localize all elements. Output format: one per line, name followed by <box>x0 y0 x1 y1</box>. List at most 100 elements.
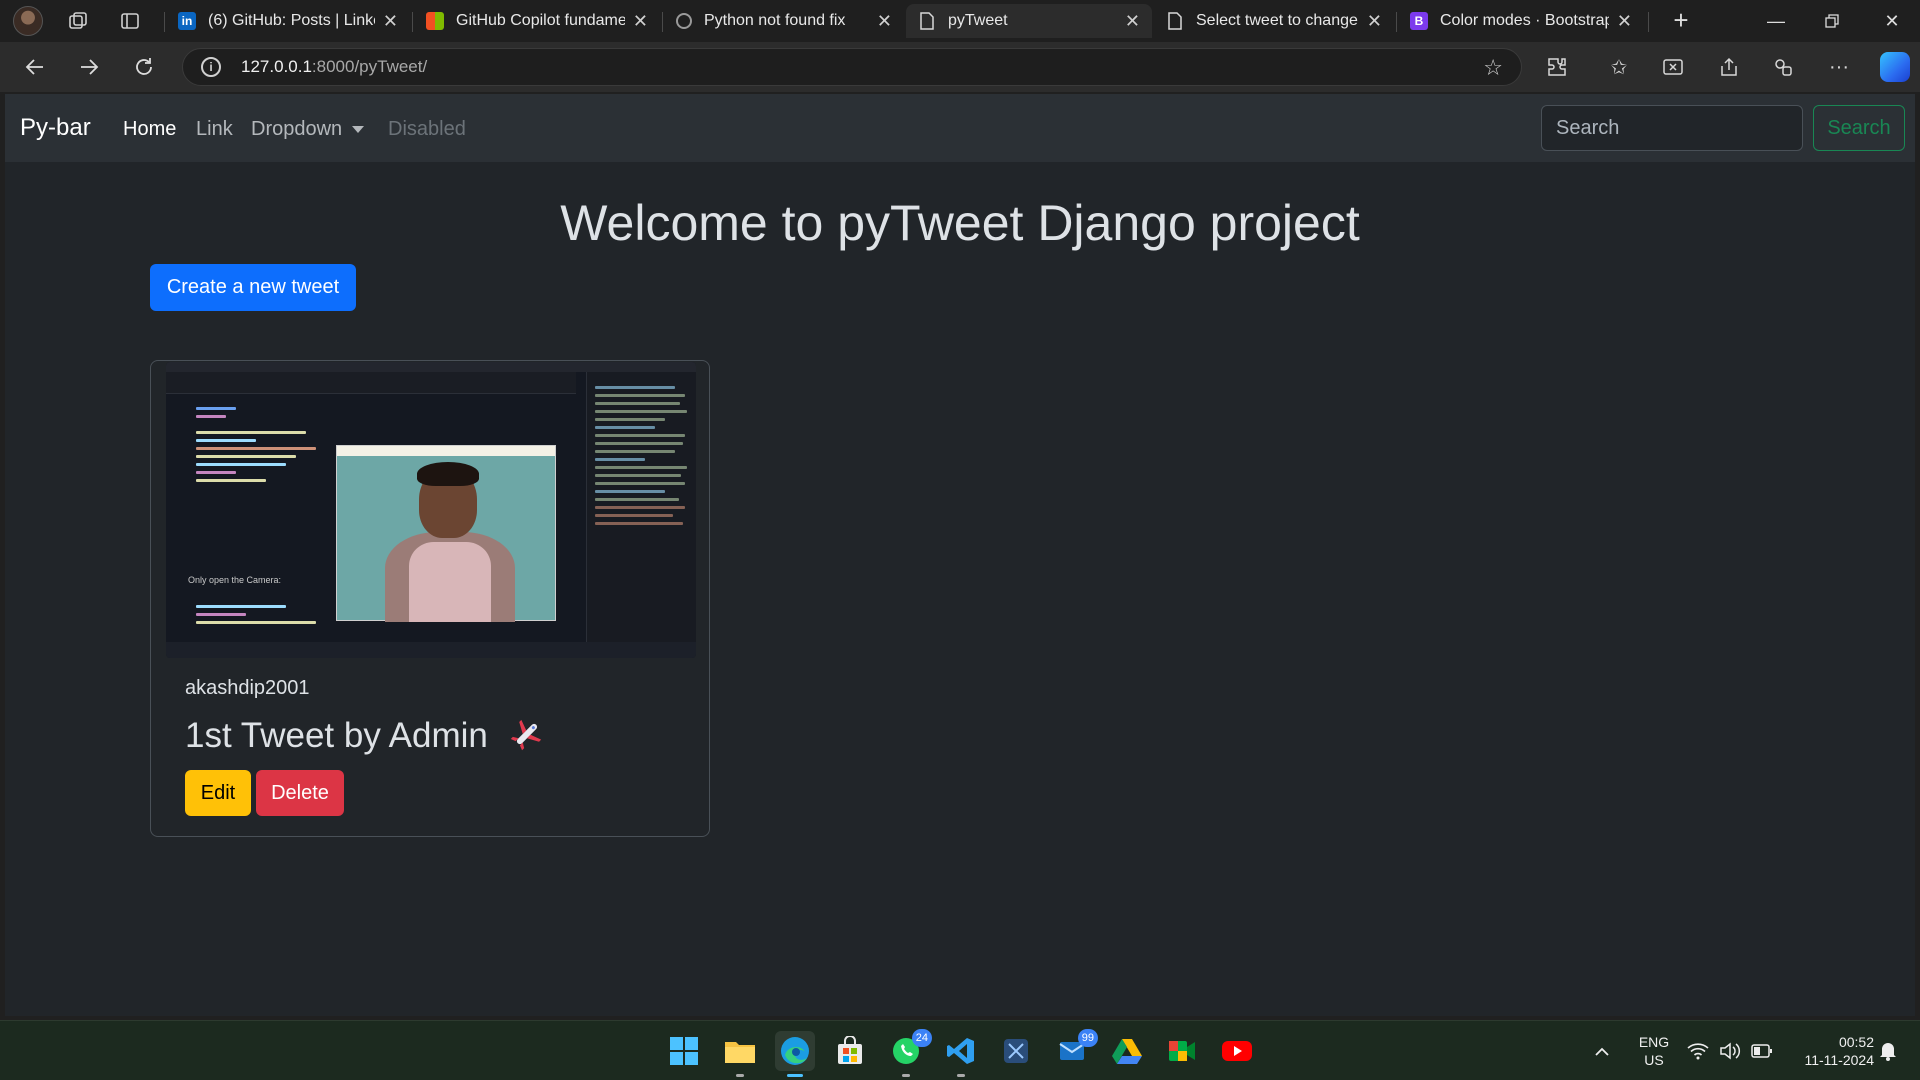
notification-badge: 24 <box>911 1029 932 1047</box>
openai-icon <box>676 13 692 29</box>
delete-button[interactable]: Delete <box>256 770 344 816</box>
tab-django-admin[interactable]: Select tweet to change | D ✕ <box>1154 4 1394 38</box>
tab-separator <box>412 12 413 32</box>
google-drive-icon[interactable] <box>1107 1031 1147 1071</box>
workspaces-icon[interactable] <box>60 3 96 39</box>
airplane-emoji-icon <box>510 717 544 751</box>
tweet-text: 1st Tweet by Admin <box>185 716 488 755</box>
tweet-username: akashdip2001 <box>185 677 310 699</box>
snipping-tool-icon[interactable] <box>996 1031 1036 1071</box>
url-text: 127.0.0.1:8000/pyTweet/ <box>241 57 427 77</box>
edit-button[interactable]: Edit <box>185 770 251 816</box>
bootstrap-icon: B <box>1410 12 1428 30</box>
share-icon[interactable] <box>1712 50 1746 84</box>
close-icon[interactable]: ✕ <box>1367 11 1382 32</box>
tab-separator <box>662 12 663 32</box>
battery-icon <box>1751 1044 1772 1058</box>
file-explorer-icon[interactable] <box>720 1031 760 1077</box>
wifi-icon <box>1687 1043 1709 1060</box>
nav-link[interactable]: Link <box>196 118 233 141</box>
copilot-icon[interactable] <box>1880 52 1910 82</box>
tab-python-fix[interactable]: Python not found fix ✕ <box>664 4 904 38</box>
nav-disabled-link: Disabled <box>388 118 466 140</box>
restore-button[interactable] <box>1804 0 1860 42</box>
site-info-icon[interactable]: i <box>201 57 221 77</box>
url-path: :8000/pyTweet/ <box>311 57 428 76</box>
tab-title: Python not found fix <box>704 12 846 29</box>
close-icon[interactable]: ✕ <box>1125 11 1140 32</box>
address-bar[interactable]: i 127.0.0.1:8000/pyTweet/ ☆ <box>182 48 1522 86</box>
close-icon[interactable]: ✕ <box>633 11 648 32</box>
system-tray-quick-settings[interactable] <box>1680 1031 1780 1071</box>
profile-avatar[interactable] <box>10 3 46 39</box>
notification-badge: 99 <box>1077 1029 1098 1047</box>
tab-title: Select tweet to change | D <box>1196 12 1359 29</box>
close-icon[interactable]: ✕ <box>1617 11 1632 32</box>
nav-home-link[interactable]: Home <box>123 118 176 141</box>
url-host: 127.0.0.1 <box>241 57 312 76</box>
navbar-brand[interactable]: Py-bar <box>20 114 91 142</box>
running-indicator <box>902 1074 910 1077</box>
google-meet-icon[interactable] <box>1162 1031 1202 1071</box>
page-icon <box>1166 12 1184 30</box>
clock-date: 11-11-2024 <box>1804 1052 1874 1068</box>
running-indicator <box>957 1074 965 1077</box>
tab-title: Color modes · Bootstrap v <box>1440 12 1609 29</box>
avatar <box>13 6 43 36</box>
screenshot-icon[interactable] <box>1656 50 1690 84</box>
close-window-button[interactable]: ✕ <box>1864 0 1920 42</box>
collections-icon[interactable] <box>1766 50 1800 84</box>
close-icon[interactable]: ✕ <box>877 11 892 32</box>
nav-dropdown-label: Dropdown <box>251 118 343 140</box>
browser-toolbar: i 127.0.0.1:8000/pyTweet/ ☆ ✩ ··· <box>0 42 1920 92</box>
notification-bell-icon[interactable] <box>1868 1031 1908 1071</box>
tab-pytweet[interactable]: pyTweet ✕ <box>906 4 1152 38</box>
camera-preview <box>336 445 556 622</box>
tweet-card: Only open the Camera: akashdip2001 1st T… <box>150 360 710 837</box>
tab-title: GitHub Copilot fundamen <box>456 12 625 29</box>
show-hidden-icons-chevron-up-icon[interactable] <box>1582 1031 1622 1071</box>
favorites-icon[interactable]: ✩ <box>1602 50 1636 84</box>
minimize-button[interactable]: — <box>1748 0 1804 42</box>
chevron-down-icon <box>352 126 365 134</box>
search-button[interactable]: Search <box>1813 105 1905 151</box>
search-input[interactable] <box>1541 105 1803 151</box>
tab-actions-icon[interactable] <box>112 3 148 39</box>
tweet-image: Only open the Camera: <box>166 362 696 658</box>
tab-linkedin[interactable]: in (6) GitHub: Posts | LinkedI ✕ <box>166 4 410 38</box>
vscode-icon[interactable] <box>941 1031 981 1077</box>
start-button[interactable] <box>664 1031 704 1071</box>
navbar: Py-bar Home Link Dropdown Disabled Searc… <box>5 94 1915 162</box>
forward-button[interactable] <box>72 50 106 84</box>
whatsapp-icon[interactable]: 24 <box>886 1029 932 1077</box>
clock[interactable]: 00:52 11-11-2024 <box>1784 1033 1874 1069</box>
extensions-icon[interactable] <box>1540 50 1574 84</box>
youtube-icon[interactable] <box>1217 1031 1257 1071</box>
windows-taskbar: 24 99 ENG US 00:52 11-11-2024 <box>0 1020 1920 1080</box>
tab-separator <box>1648 12 1649 32</box>
microsoft-store-icon[interactable] <box>830 1031 870 1071</box>
more-menu-icon[interactable]: ··· <box>1822 50 1856 84</box>
microsoft-icon <box>426 12 444 30</box>
close-icon[interactable]: ✕ <box>383 11 398 32</box>
refresh-button[interactable] <box>127 50 161 84</box>
new-tab-button[interactable]: + <box>1664 4 1698 38</box>
nav-dropdown[interactable]: Dropdown <box>251 118 365 141</box>
back-button[interactable] <box>18 50 52 84</box>
clock-time: 00:52 <box>1838 1034 1874 1050</box>
favorite-star-icon[interactable]: ☆ <box>1483 55 1503 81</box>
create-tweet-button[interactable]: Create a new tweet <box>150 264 356 311</box>
language-indicator[interactable]: ENG US <box>1634 1033 1674 1069</box>
linkedin-icon: in <box>178 12 196 30</box>
tab-bootstrap[interactable]: B Color modes · Bootstrap v ✕ <box>1398 4 1644 38</box>
language-code: ENG <box>1638 1034 1670 1050</box>
region-code: US <box>1644 1052 1664 1068</box>
outlook-icon[interactable]: 99 <box>1052 1029 1098 1071</box>
tab-separator <box>1396 12 1397 32</box>
edge-browser-icon[interactable] <box>775 1031 815 1077</box>
tab-separator <box>164 12 165 32</box>
page-title: Welcome to pyTweet Django project <box>560 195 1360 251</box>
page-viewport: Py-bar Home Link Dropdown Disabled Searc… <box>5 94 1915 1016</box>
thumbnail-note: Only open the Camera: <box>188 575 282 585</box>
tab-copilot[interactable]: GitHub Copilot fundamen ✕ <box>414 4 660 38</box>
